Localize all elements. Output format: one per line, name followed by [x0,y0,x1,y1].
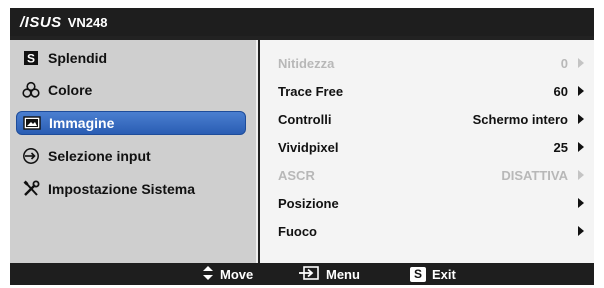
setting-label: Nitidezza [278,55,335,71]
brand-logo: /ISUS VN248 [20,14,107,31]
sidebar-item-label: Immagine [49,115,115,131]
setting-label: Vividpixel [278,139,339,155]
setting-value: DISATTIVA [501,167,568,183]
setting-label: Controlli [278,111,332,127]
input-arrow-icon [22,147,40,165]
arrow-right-icon [578,226,584,236]
exit-hint[interactable]: S Exit [410,263,456,285]
setting-label: Fuoco [278,223,317,239]
sidebar-item-label: Selezione input [48,148,151,164]
arrow-right-icon [578,198,584,208]
setting-label: Posizione [278,195,339,211]
setting-row-ascr: ASCR DISATTIVA [278,164,584,186]
arrow-right-icon [578,170,584,180]
arrow-right-icon [578,58,584,68]
sidebar-item-impostazione-sistema[interactable]: Impostazione Sistema [16,177,246,201]
sidebar-menu: S Splendid Colore Immagine Selezione inp… [10,40,258,263]
exit-s-icon: S [410,266,426,282]
color-circles-icon [22,81,40,99]
move-hint[interactable]: Move [202,263,253,285]
arrow-right-icon [578,142,584,152]
osd-window: /ISUS VN248 S Splendid Colore Immagine S… [10,8,594,285]
brand-name: /ISUS [20,13,62,31]
sidebar-item-immagine[interactable]: Immagine [16,111,246,135]
menu-label: Menu [326,266,360,282]
header-bar: /ISUS VN248 [10,8,594,36]
setting-value: 25 [553,139,568,155]
move-label: Move [220,266,254,282]
setting-row-vividpixel[interactable]: Vividpixel 25 [278,136,584,158]
setting-row-posizione[interactable]: Posizione [278,192,584,214]
up-down-arrows-icon [202,265,214,284]
exit-label: Exit [432,266,456,282]
footer-bar: Move Menu S Exit [10,263,594,285]
setting-row-fuoco[interactable]: Fuoco [278,220,584,242]
setting-value: 60 [553,83,568,99]
splendid-s-icon: S [22,49,40,67]
menu-hint[interactable]: Menu [298,263,360,285]
settings-panel: Nitidezza 0 Trace Free 60 Controlli Sche… [260,40,594,263]
setting-row-nitidezza: Nitidezza 0 [278,52,584,74]
sidebar-item-colore[interactable]: Colore [16,78,246,102]
setting-row-controlli[interactable]: Controlli Schermo intero [278,108,584,130]
image-icon [23,114,41,132]
model-name: VN248 [67,14,108,30]
sidebar-item-selezione-input[interactable]: Selezione input [16,144,246,168]
svg-text:S: S [27,52,35,66]
arrow-right-icon [578,86,584,96]
sidebar-item-label: Splendid [48,50,108,66]
setting-label: ASCR [278,167,315,183]
tools-icon [22,180,40,198]
setting-label: Trace Free [278,83,344,99]
sidebar-item-splendid[interactable]: S Splendid [16,46,246,70]
setting-row-trace-free[interactable]: Trace Free 60 [278,80,584,102]
sidebar-item-label: Impostazione Sistema [48,181,196,197]
setting-value: Schermo intero [472,111,568,127]
arrow-right-icon [578,114,584,124]
setting-value: 0 [560,55,568,71]
sidebar-item-label: Colore [48,82,93,98]
enter-icon [298,265,320,284]
